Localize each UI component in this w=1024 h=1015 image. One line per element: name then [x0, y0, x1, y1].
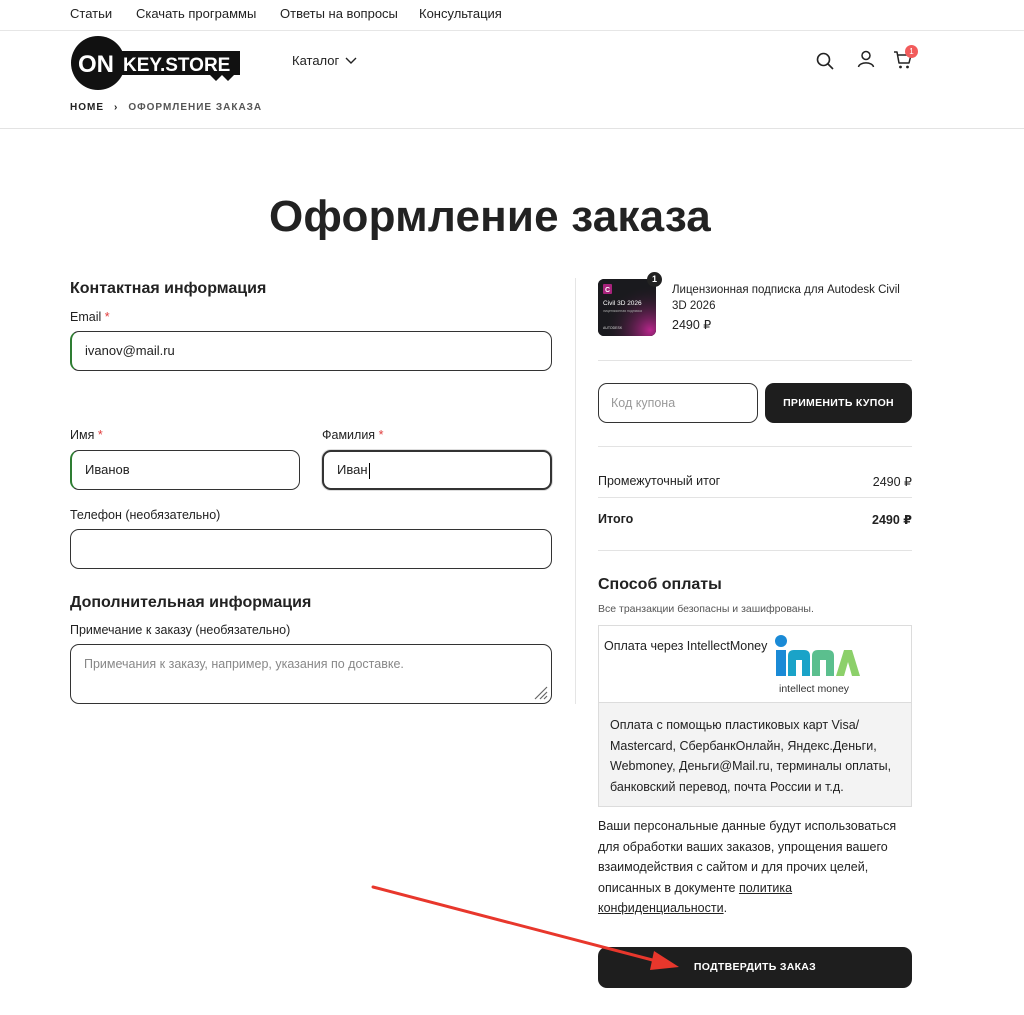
last-name-label-text: Фамилия [322, 428, 376, 442]
additional-section-title: Дополнительная информация [70, 594, 312, 611]
order-note-label: Примечание к заказу (необязательно) [70, 623, 291, 637]
chevron-down-icon [345, 57, 357, 64]
required-mark: * [104, 310, 110, 324]
divider [598, 446, 912, 447]
logo-on-text: ON [78, 51, 114, 78]
last-name-value: Иван [337, 462, 368, 477]
contact-section-title: Контактная информация [70, 280, 267, 297]
email-value: ivanov@mail.ru [85, 343, 175, 358]
onkey-store-logo[interactable]: ON KEY.STORE [70, 35, 242, 91]
breadcrumb-home[interactable]: HOME [70, 102, 104, 113]
search-icon[interactable] [815, 51, 835, 71]
top-navigation: Статьи Скачать программы Ответы на вопро… [0, 0, 1024, 31]
catalog-menu[interactable]: Каталог [292, 53, 357, 68]
svg-text:C: C [605, 287, 610, 294]
payment-method-header[interactable]: Оплата через IntellectMoney intellect mo… [599, 626, 911, 703]
payment-section-title: Способ оплаты [598, 576, 722, 593]
breadcrumb: HOME › ОФОРМЛЕНИЕ ЗАКАЗА [70, 102, 262, 113]
first-name-value: Иванов [85, 462, 130, 477]
product-thumbnail: C Civil 3D 2026 лицензионная подписка AU… [598, 279, 656, 336]
intellectmoney-logo-text: intellect money [779, 683, 850, 695]
last-name-field[interactable]: Иван [322, 450, 552, 490]
thumb-subtitle: лицензионная подписка [603, 309, 642, 313]
order-note-textarea[interactable]: Примечания к заказу, например, указания … [70, 644, 552, 704]
catalog-label: Каталог [292, 53, 340, 68]
payment-security-note: Все транзакции безопасны и зашифрованы. [598, 603, 814, 615]
first-name-field[interactable]: Иванов [70, 450, 300, 490]
privacy-notice: Ваши персональные данные будут использов… [598, 816, 912, 919]
cart-count-badge: 1 [905, 45, 918, 58]
email-label-text: Email [70, 310, 102, 324]
breadcrumb-separator: › [114, 102, 119, 113]
thumb-brand: AUTODESK [603, 326, 623, 330]
last-name-label: Фамилия * [322, 428, 383, 442]
product-name: Лицензионная подписка для Autodesk Civil… [672, 284, 900, 312]
order-note-placeholder: Примечания к заказу, например, указания … [84, 657, 404, 671]
divider [598, 550, 912, 551]
nav-link-articles[interactable]: Статьи [70, 6, 112, 21]
total-label: Итого [598, 512, 634, 526]
nav-link-downloads[interactable]: Скачать программы [136, 6, 256, 21]
coupon-input[interactable]: Код купона [598, 383, 758, 423]
breadcrumb-current: ОФОРМЛЕНИЕ ЗАКАЗА [128, 102, 263, 113]
email-label: Email * [70, 310, 110, 324]
divider [598, 360, 912, 361]
required-mark: * [378, 428, 384, 442]
nav-link-consultation[interactable]: Консультация [419, 6, 502, 21]
resize-handle-icon[interactable] [530, 682, 548, 700]
column-divider [575, 278, 576, 704]
thumb-title: Civil 3D 2026 [603, 300, 642, 307]
first-name-label-text: Имя [70, 428, 95, 442]
required-mark: * [97, 428, 103, 442]
divider [598, 497, 912, 498]
apply-coupon-button[interactable]: ПРИМЕНИТЬ КУПОН [765, 383, 912, 423]
nav-link-faq[interactable]: Ответы на вопросы [280, 6, 398, 21]
first-name-label: Имя * [70, 428, 103, 442]
phone-label: Телефон (необязательно) [70, 508, 221, 522]
subtotal-value: 2490 ₽ [872, 475, 912, 489]
confirm-order-button[interactable]: ПОДТВЕРДИТЬ ЗАКАЗ [598, 947, 912, 988]
account-icon[interactable] [856, 49, 876, 69]
phone-field[interactable] [70, 529, 552, 569]
total-value: 2490 ₽ [872, 513, 912, 527]
logo-key-text: KEY.STORE [123, 55, 230, 76]
coupon-placeholder: Код купона [611, 396, 676, 410]
product-price: 2490 ₽ [672, 318, 712, 332]
payment-description: Оплата с помощью пластиковых карт Visa/ … [599, 703, 911, 806]
page-title: Оформление заказа [269, 192, 711, 241]
subtotal-label: Промежуточный итог [598, 474, 721, 488]
privacy-end: . [723, 901, 728, 915]
intellectmoney-logo: intellect money [775, 635, 860, 695]
product-qty-badge: 1 [647, 272, 662, 287]
payment-method-box[interactable]: Оплата через IntellectMoney intellect mo… [598, 625, 912, 807]
text-caret [368, 462, 370, 479]
payment-method-name: Оплата через IntellectMoney [604, 639, 768, 653]
email-field[interactable]: ivanov@mail.ru [70, 331, 552, 371]
site-header: ON KEY.STORE Каталог 1 HOME › ОФОРМЛЕНИЕ… [0, 31, 1024, 129]
